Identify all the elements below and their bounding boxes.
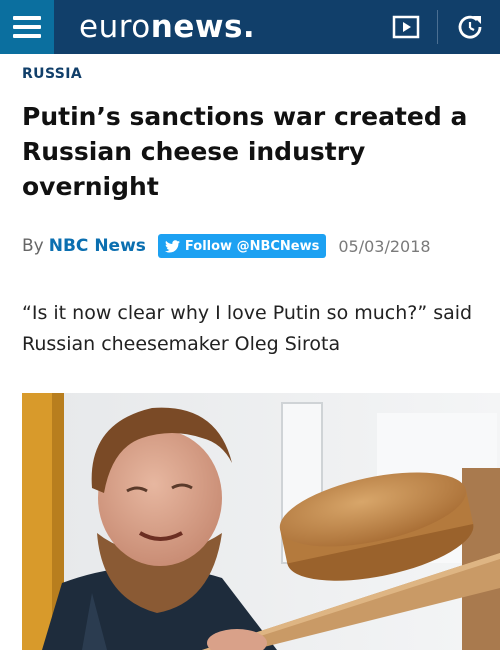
twitter-follow-button[interactable]: Follow @NBCNews [157, 234, 327, 258]
menu-icon [13, 16, 41, 38]
article-lead-quote: “Is it now clear why I love Putin so muc… [22, 302, 473, 355]
top-navigation-bar: euronews. [0, 0, 500, 54]
byline-prefix: By [22, 236, 44, 256]
cheesemaker-photo-illustration [22, 393, 500, 650]
video-play-icon [392, 15, 420, 39]
refresh-icon [458, 15, 482, 39]
refresh-button[interactable] [453, 10, 487, 44]
twitter-bird-icon [164, 239, 180, 252]
article-photo[interactable] [22, 393, 500, 650]
logo-regular-text: euro [79, 9, 151, 45]
euronews-logo[interactable]: euronews. [79, 6, 255, 48]
follow-label: Follow @NBCNews [184, 238, 320, 254]
header-divider [437, 10, 438, 44]
video-button[interactable] [389, 10, 423, 44]
article-title: Putin’s sanctions war created a Russian … [22, 102, 468, 201]
byline: By NBC News Follow @NBCNews 05/03/2018 [22, 232, 431, 260]
logo-bold-text: news. [150, 9, 256, 45]
author-link[interactable]: NBC News [49, 236, 146, 256]
section-label[interactable]: RUSSIA [22, 66, 82, 82]
menu-button[interactable] [0, 0, 54, 54]
publish-date: 05/03/2018 [338, 236, 431, 256]
